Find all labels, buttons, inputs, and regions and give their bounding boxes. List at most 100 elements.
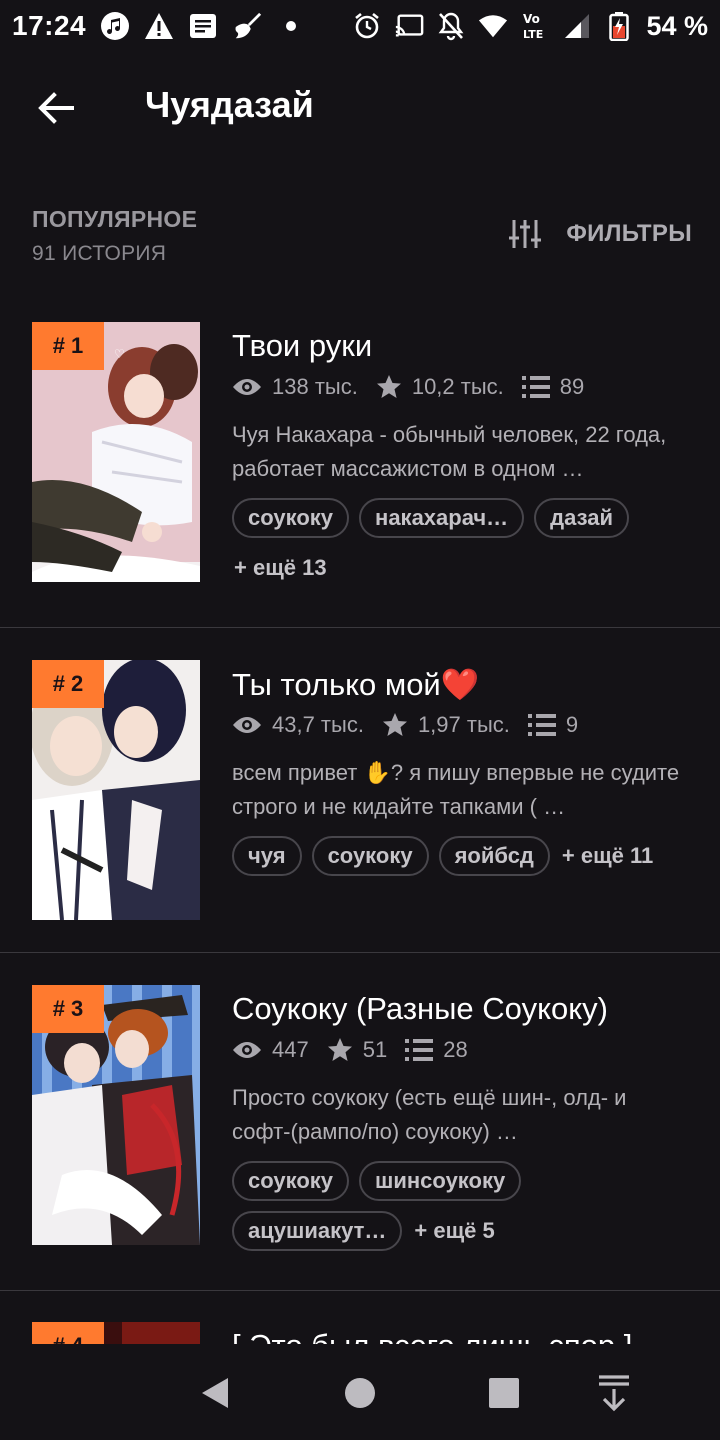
views-stat: 138 тыс. (232, 374, 358, 400)
tag-list: соукоку накахарач… дазай + ещё 13 (232, 498, 702, 588)
story-cover[interactable]: # 4 (32, 1322, 200, 1344)
nav-home-button[interactable] (337, 1370, 383, 1416)
cleaner-icon (232, 11, 262, 41)
tag-chip[interactable]: соукоку (311, 836, 429, 876)
tag-chip[interactable]: дазай (534, 498, 630, 538)
tag-chip[interactable]: чуя (232, 836, 302, 876)
nav-back-button[interactable] (192, 1370, 238, 1416)
story-cover[interactable]: # 2 (32, 660, 200, 920)
tag-chip[interactable]: ацушиакут… (232, 1211, 403, 1251)
divider (0, 952, 720, 953)
story-cover[interactable]: # 3 (32, 985, 200, 1245)
eye-icon (233, 717, 261, 733)
views-count: 43,7 тыс. (272, 712, 364, 737)
story-stats: 43,7 тыс. 1,97 тыс. 9 (232, 712, 578, 738)
story-title[interactable]: [ Это был всего лишь спор ] (232, 1328, 632, 1344)
likes-count: 1,97 тыс. (417, 712, 510, 737)
tag-chip[interactable]: соукоку (232, 1161, 350, 1201)
chapters-count: 9 (565, 712, 579, 737)
back-button[interactable] (30, 82, 82, 134)
story-title[interactable]: Соукоку (Разные Соукоку) (232, 991, 608, 1027)
circle-home-icon (345, 1378, 375, 1408)
likes-stat: 51 (327, 1037, 387, 1063)
star-icon (376, 375, 401, 398)
story-description: Чуя Накахара - обычный человек, 22 года,… (232, 422, 667, 481)
svg-text:Vo: Vo (523, 12, 540, 26)
svg-text:LTE: LTE (523, 28, 543, 41)
story-card[interactable]: # 3 Соукоку (Разные Соукоку) 447 51 28 П… (0, 985, 720, 1290)
alarm-icon (352, 11, 382, 41)
chapters-count: 28 (443, 1037, 468, 1062)
more-tags-link[interactable]: + ещё 13 (232, 548, 329, 588)
tag-chip[interactable]: накахарач… (359, 498, 525, 538)
list-icon (521, 376, 550, 398)
warning-icon (144, 11, 174, 41)
section-header: ПОПУЛЯРНОЕ 91 ИСТОРИЯ ФИЛЬТРЫ (0, 200, 720, 280)
views-count: 138 тыс. (272, 374, 358, 399)
story-stats: 447 51 28 (232, 1037, 468, 1063)
tag-chip[interactable]: соукоку (232, 498, 350, 538)
story-stats: 138 тыс. 10,2 тыс. 89 (232, 374, 584, 400)
tag-chip[interactable]: шинсоукоку (359, 1161, 522, 1201)
views-count: 447 (272, 1037, 309, 1062)
tag-list: соукоку шинсоукоку ацушиакут… + ещё 5 (232, 1161, 562, 1251)
sliders-icon (509, 220, 542, 248)
rank-badge: # 1 (32, 322, 104, 370)
likes-count: 10,2 тыс. (411, 374, 504, 399)
tag-chip[interactable]: яойбсд (438, 836, 550, 876)
likes-stat: 10,2 тыс. (376, 374, 504, 400)
story-card[interactable]: # 4 [ Это был всего лишь спор ] (0, 1322, 720, 1344)
views-stat: 447 (232, 1037, 309, 1063)
message-icon (188, 11, 218, 41)
tag-list: чуя соукоку яойбсд + ещё 11 (232, 836, 702, 876)
filters-button[interactable]: ФИЛЬТРЫ (508, 218, 692, 250)
likes-stat: 1,97 тыс. (382, 712, 510, 738)
story-description: Просто соукоку (есть ещё шин-, олд- и со… (232, 1085, 627, 1144)
app-bar: Чуядазай (0, 62, 720, 152)
stories-count: 91 ИСТОРИЯ (32, 242, 167, 265)
story-title[interactable]: Твои руки (232, 328, 372, 364)
volte-icon: Vo LTE (520, 11, 550, 41)
status-bar-left: 17:24 (12, 10, 306, 42)
story-description: всем привет ✋? я пишу впервые не судите … (232, 760, 680, 819)
story-card[interactable]: ♡ # 1 Твои руки 138 тыс. 10,2 тыс. 89 Чу… (0, 322, 720, 628)
pull-down-icon (599, 1375, 629, 1412)
arrow-left-icon (38, 92, 74, 124)
signal-icon (562, 11, 592, 41)
views-stat: 43,7 тыс. (232, 712, 364, 738)
rank-badge: # 3 (32, 985, 104, 1033)
likes-count: 51 (362, 1037, 388, 1062)
music-app-icon (100, 11, 130, 41)
story-card[interactable]: # 2 Ты только мой❤️ 43,7 тыс. 1,97 тыс. … (0, 660, 720, 952)
divider (0, 627, 720, 628)
triangle-back-icon (202, 1378, 228, 1408)
nav-recents-button[interactable] (481, 1370, 527, 1416)
filters-label: ФИЛЬТРЫ (566, 220, 692, 247)
star-icon (327, 1038, 352, 1061)
page-title: Чуядазай (145, 84, 314, 125)
chapters-stat: 89 (521, 374, 584, 400)
wifi-icon (478, 11, 508, 41)
nav-notifications-button[interactable] (591, 1370, 637, 1416)
star-icon (382, 713, 407, 736)
section-title: ПОПУЛЯРНОЕ (32, 206, 198, 232)
more-tags-link[interactable]: + ещё 11 (560, 836, 655, 876)
system-nav-bar (0, 1344, 720, 1440)
story-cover[interactable]: ♡ # 1 (32, 322, 200, 582)
chapters-stat: 28 (405, 1037, 468, 1063)
list-icon (405, 1039, 434, 1061)
battery-icon (604, 11, 634, 41)
cast-icon (394, 11, 424, 41)
status-time: 17:24 (12, 10, 87, 41)
dot-icon (276, 11, 306, 41)
rank-badge: # 4 (32, 1322, 104, 1344)
svg-text:♡: ♡ (114, 347, 125, 361)
mute-icon (436, 11, 466, 41)
status-bar-right: Vo LTE 54 % (352, 11, 708, 42)
chapters-stat: 9 (527, 712, 579, 738)
eye-icon (233, 1042, 261, 1058)
story-title[interactable]: Ты только мой❤️ (232, 666, 479, 703)
status-bar: 17:24 Vo LTE 54 % (0, 0, 720, 52)
list-icon (527, 714, 556, 736)
more-tags-link[interactable]: + ещё 5 (412, 1211, 496, 1251)
